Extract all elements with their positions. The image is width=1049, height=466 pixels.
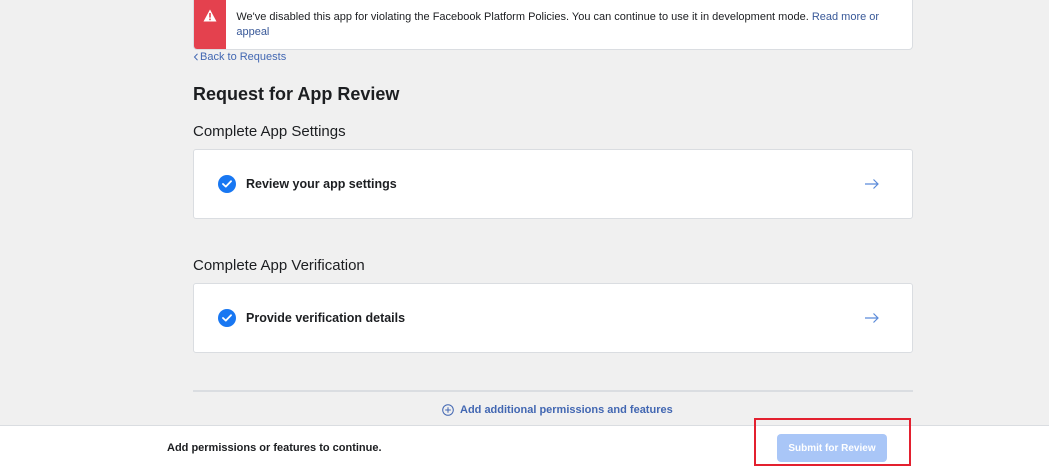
section-title-app-verification: Complete App Verification [193,257,365,274]
section-divider [193,390,913,392]
back-link-label: Back to Requests [200,51,287,63]
alert-message: We've disabled this app for violating th… [226,0,912,49]
arrow-right-icon [865,179,879,189]
check-circle-icon [218,309,236,327]
alert-message-text: We've disabled this app for violating th… [236,11,809,23]
check-circle-icon [218,175,236,193]
app-review-page: We've disabled this app for violating th… [0,0,1049,466]
chevron-left-icon [193,53,198,61]
page-title: Request for App Review [193,84,400,104]
footer-bar: Add permissions or features to continue.… [0,425,1049,466]
back-to-requests-link[interactable]: Back to Requests [193,51,286,63]
card-label: Provide verification details [246,311,406,325]
plus-circle-icon [442,404,454,416]
alert-accent-bar [194,0,227,49]
add-permissions-link[interactable]: Add additional permissions and features [442,404,673,416]
arrow-right-icon [865,313,879,323]
footer-message: Add permissions or features to continue. [167,442,382,454]
policy-alert-banner: We've disabled this app for violating th… [193,0,913,50]
submit-for-review-button[interactable]: Submit for Review [777,434,887,462]
warning-icon [203,9,217,27]
section-title-app-settings: Complete App Settings [193,123,346,140]
verification-details-card[interactable]: Provide verification details [193,283,913,353]
review-app-settings-card[interactable]: Review your app settings [193,149,913,219]
card-label: Review your app settings [246,177,397,191]
add-permissions-label: Add additional permissions and features [460,404,673,416]
